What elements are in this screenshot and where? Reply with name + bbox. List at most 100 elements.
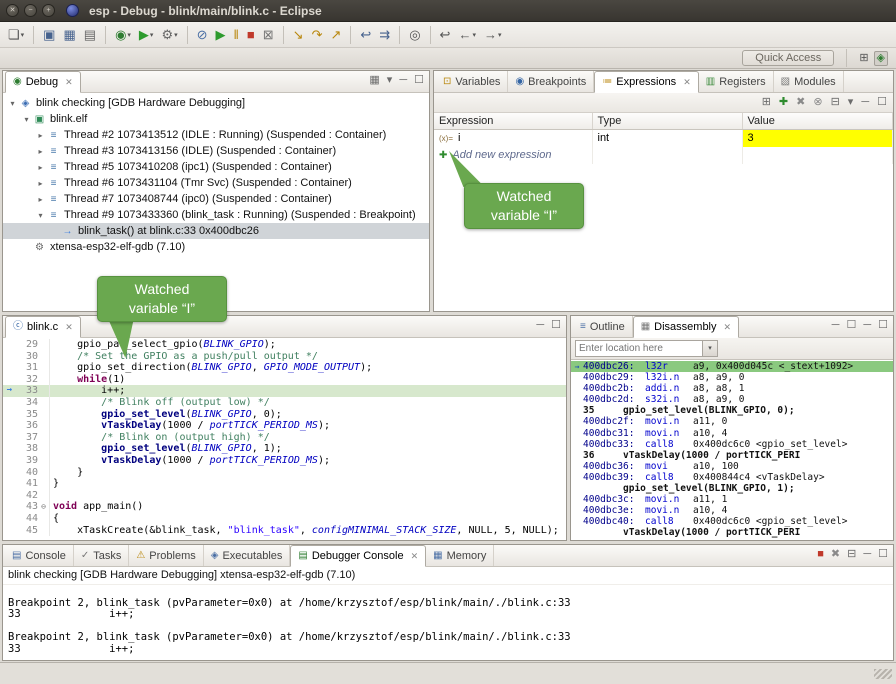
- close-icon[interactable]: ✕: [65, 77, 73, 88]
- minimize-icon[interactable]: ─: [863, 320, 871, 331]
- tab-disassembly[interactable]: ▦Disassembly✕: [633, 316, 739, 338]
- window-close-button[interactable]: ✕: [6, 4, 19, 17]
- terminate-console-icon[interactable]: ■: [817, 549, 824, 560]
- maximize-icon[interactable]: ☐: [551, 320, 561, 331]
- tab-tasks[interactable]: ✓Tasks: [74, 545, 130, 566]
- debug-view-layout-icon[interactable]: ▦: [369, 75, 379, 86]
- debug-button[interactable]: ◉▾: [112, 24, 134, 46]
- add-watch-icon[interactable]: ✚: [779, 97, 788, 108]
- tree-item[interactable]: ▸≡Thread #5 1073410208 (ipc1) (Suspended…: [3, 159, 429, 175]
- tab-registers[interactable]: ▥Registers: [699, 71, 774, 92]
- tab-modules[interactable]: ▧Modules: [774, 71, 844, 92]
- remove-selected-icon[interactable]: ✖: [796, 97, 805, 108]
- expanded-arrow-icon[interactable]: ▾: [7, 99, 18, 108]
- save-all-button[interactable]: ▦: [60, 24, 78, 46]
- window-minimize-button[interactable]: −: [24, 4, 37, 17]
- open-perspective-icon[interactable]: ⊞: [859, 53, 868, 64]
- collapsed-arrow-icon[interactable]: ▸: [35, 131, 46, 140]
- collapsed-arrow-icon[interactable]: ▸: [35, 163, 46, 172]
- tree-item[interactable]: ▸≡Thread #7 1073408744 (ipc0) (Suspended…: [3, 191, 429, 207]
- expression-row[interactable]: (x)=i int 3: [434, 130, 893, 147]
- collapsed-arrow-icon[interactable]: ▸: [35, 195, 46, 204]
- external-tools-button[interactable]: ⚙▾: [158, 24, 180, 46]
- last-edit-location-button[interactable]: ↩: [437, 24, 454, 46]
- terminate-button[interactable]: ■: [244, 24, 258, 46]
- minimize-icon[interactable]: ─: [399, 75, 407, 86]
- minimize-icon[interactable]: ─: [861, 97, 869, 108]
- tab-expressions[interactable]: ≔Expressions✕: [594, 71, 698, 93]
- expanded-arrow-icon[interactable]: ▾: [35, 211, 46, 220]
- column-value[interactable]: Value: [742, 113, 893, 130]
- disassembly-listing[interactable]: →400dbc26:l32ra9, 0x400d045c <_stext+109…: [571, 360, 893, 540]
- instruction-stepping-button[interactable]: ⇉: [376, 24, 393, 46]
- close-icon[interactable]: ✕: [683, 77, 691, 88]
- tree-item[interactable]: ⚙xtensa-esp32-elf-gdb (7.10): [3, 239, 429, 255]
- tab-blink-c[interactable]: ⓒ blink.c ✕: [5, 316, 81, 338]
- quick-access-button[interactable]: Quick Access: [742, 50, 834, 66]
- debug-perspective-icon[interactable]: ◈: [874, 51, 888, 66]
- collapsed-arrow-icon[interactable]: ▸: [35, 179, 46, 188]
- skip-all-breakpoints-button[interactable]: ⊘: [194, 24, 211, 46]
- remove-launch-icon[interactable]: ✖: [831, 549, 840, 560]
- maximize-icon[interactable]: ☐: [846, 320, 856, 331]
- location-input[interactable]: [575, 340, 703, 357]
- column-expression[interactable]: Expression: [434, 113, 592, 130]
- tab-console[interactable]: ▤Console: [5, 545, 74, 566]
- close-icon[interactable]: ✕: [65, 322, 73, 333]
- back-button[interactable]: ←▾: [455, 24, 479, 46]
- tab-problems[interactable]: ⚠Problems: [129, 545, 203, 566]
- tab-debugger-console[interactable]: ▤Debugger Console✕: [290, 545, 426, 567]
- suspend-button[interactable]: ‖: [231, 24, 242, 46]
- tree-item[interactable]: ▾≡Thread #9 1073433360 (blink_task : Run…: [3, 207, 429, 223]
- location-dropdown-icon[interactable]: ▾: [703, 340, 718, 357]
- maximize-icon[interactable]: ☐: [414, 75, 424, 86]
- expressions-view-menu-icon[interactable]: ▾: [848, 97, 854, 108]
- tree-item[interactable]: ▾▣blink.elf: [3, 111, 429, 127]
- tab-memory[interactable]: ▦Memory: [426, 545, 494, 566]
- debug-view-menu-icon[interactable]: ▾: [387, 75, 393, 86]
- minimize-icon[interactable]: ─: [536, 320, 544, 331]
- fold-minus-icon[interactable]: ⊖: [38, 501, 50, 513]
- tab-variables[interactable]: ⊡Variables: [436, 71, 508, 92]
- add-expression-row[interactable]: ✚Add new expression: [434, 147, 893, 164]
- collapsed-arrow-icon[interactable]: ▸: [35, 147, 46, 156]
- maximize-icon[interactable]: ☐: [878, 320, 888, 331]
- expanded-arrow-icon[interactable]: ▾: [21, 115, 32, 124]
- show-type-names-icon[interactable]: ⊞: [762, 97, 771, 108]
- forward-button[interactable]: →▾: [481, 24, 505, 46]
- step-into-button[interactable]: ↘: [290, 24, 307, 46]
- remove-all-icon[interactable]: ⊗: [813, 97, 822, 108]
- clear-console-icon[interactable]: ⊟: [847, 549, 856, 560]
- resize-grip[interactable]: [874, 669, 892, 679]
- tab-breakpoints[interactable]: ◉Breakpoints: [508, 71, 594, 92]
- drop-to-frame-button[interactable]: ↩: [357, 24, 374, 46]
- code-editor[interactable]: 29 gpio_pad_select_gpio(BLINK_GPIO);30 /…: [3, 338, 566, 540]
- save-button[interactable]: ▣: [40, 24, 58, 46]
- step-return-button[interactable]: ↗: [327, 24, 344, 46]
- new-wizard-button[interactable]: ❏▾: [5, 24, 27, 46]
- minimize-icon[interactable]: ─: [863, 549, 871, 560]
- close-icon[interactable]: ✕: [411, 551, 419, 562]
- search-button[interactable]: ◎: [406, 24, 423, 46]
- maximize-icon[interactable]: ☐: [878, 549, 888, 560]
- tree-item[interactable]: ▸≡Thread #2 1073413512 (IDLE : Running) …: [3, 127, 429, 143]
- maximize-icon[interactable]: ☐: [877, 97, 887, 108]
- run-button[interactable]: ▶▾: [136, 24, 157, 46]
- tree-item[interactable]: ▾◈blink checking [GDB Hardware Debugging…: [3, 95, 429, 111]
- close-icon[interactable]: ✕: [724, 322, 732, 333]
- disconnect-button[interactable]: ⊠: [260, 24, 277, 46]
- window-maximize-button[interactable]: +: [42, 4, 55, 17]
- tab-debug[interactable]: ◉ Debug ✕: [5, 71, 81, 93]
- collapse-all-icon[interactable]: ⊟: [831, 97, 840, 108]
- tree-item[interactable]: →blink_task() at blink.c:33 0x400dbc26: [3, 223, 429, 239]
- tree-item[interactable]: ▸≡Thread #3 1073413156 (IDLE) (Suspended…: [3, 143, 429, 159]
- print-button[interactable]: ▤: [81, 24, 99, 46]
- tab-outline[interactable]: ≡Outline: [573, 316, 633, 337]
- tree-item[interactable]: ▸≡Thread #6 1073431104 (Tmr Svc) (Suspen…: [3, 175, 429, 191]
- minimize-icon[interactable]: ─: [832, 320, 840, 331]
- resume-button[interactable]: ▶: [213, 24, 229, 46]
- console-output[interactable]: Breakpoint 2, blink_task (pvParameter=0x…: [3, 585, 893, 660]
- step-over-button[interactable]: ↷: [309, 24, 326, 46]
- tab-executables[interactable]: ◈Executables: [204, 545, 291, 566]
- column-type[interactable]: Type: [592, 113, 742, 130]
